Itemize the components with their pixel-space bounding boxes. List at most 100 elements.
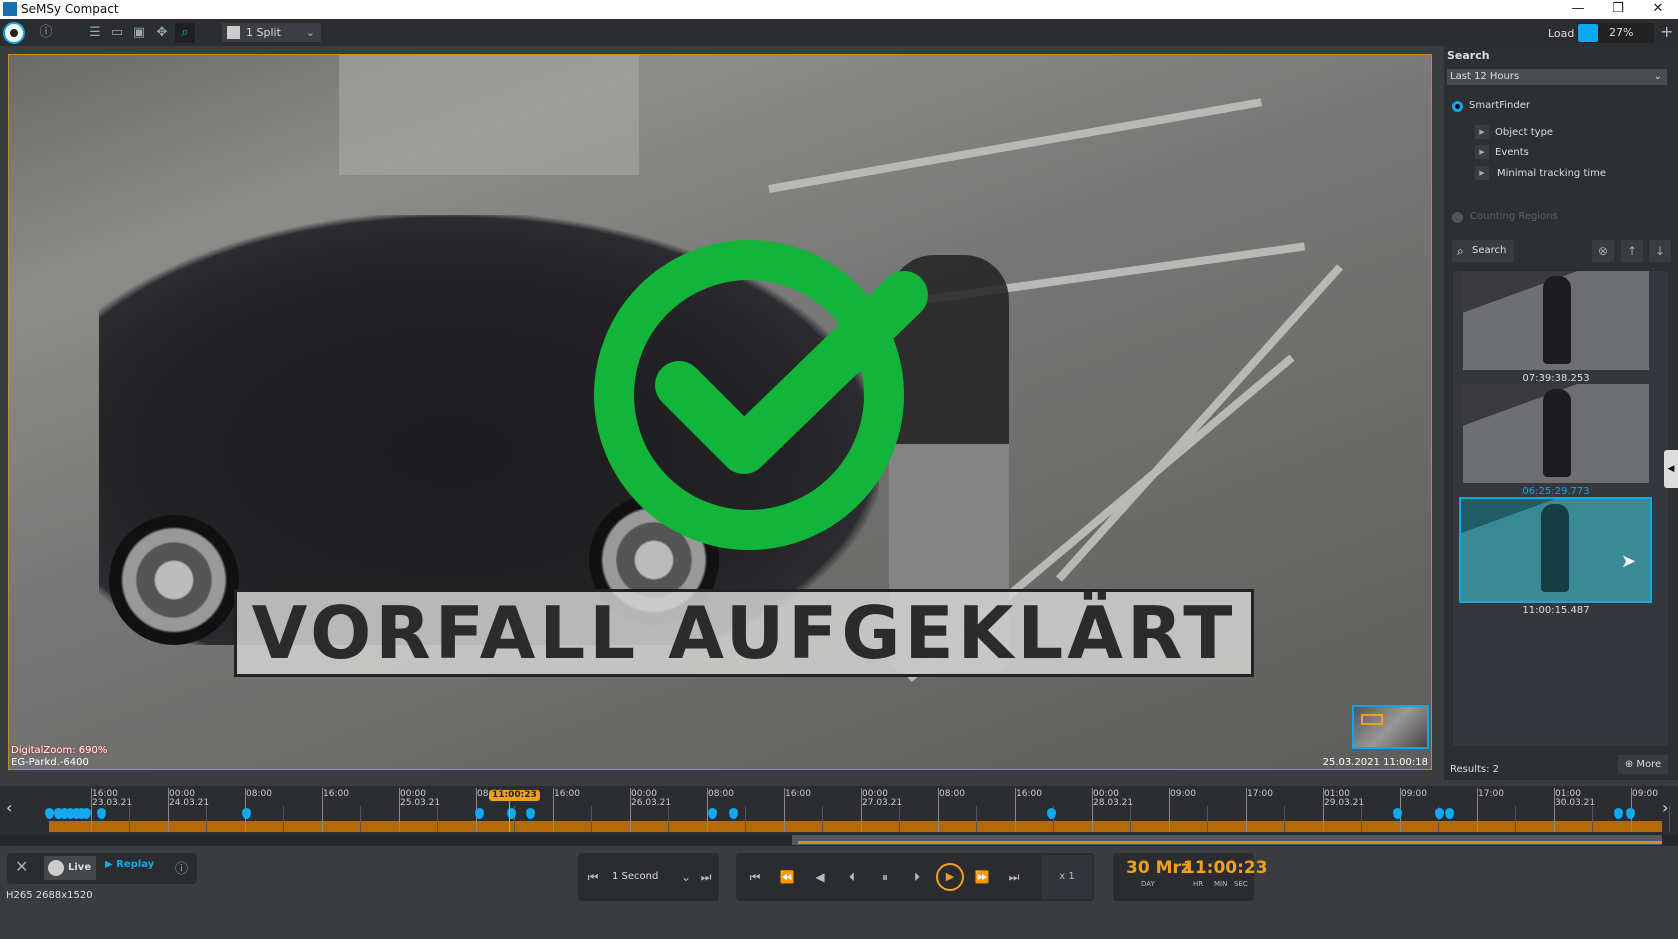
timeline-prev-icon[interactable]: ‹ <box>6 798 12 817</box>
codec-info: H265 2688x1520 <box>6 890 93 901</box>
timeline-minor-tick <box>1130 806 1131 832</box>
timeline-label: 09:00 <box>1632 789 1658 799</box>
expand-arrow-icon[interactable]: ▶ <box>1475 145 1489 159</box>
filter-minimal-tracking-time[interactable]: Minimal tracking time <box>1497 168 1606 179</box>
add-button[interactable]: + <box>1660 22 1673 41</box>
day-label: DAY <box>1141 880 1155 888</box>
search-icon[interactable]: ⌕ <box>175 23 195 43</box>
play-button[interactable]: ▶ <box>936 863 964 891</box>
result-thumbnail[interactable] <box>1463 271 1649 370</box>
clear-icon[interactable]: ⊗ <box>1592 240 1614 262</box>
video-view[interactable]: VORFALL AUFGEKLÄRT DigitalZoom: 690% EG-… <box>8 54 1432 770</box>
timeline-label: 01:00 29.03.21 <box>1324 789 1365 808</box>
expand-arrow-icon[interactable]: ▶ <box>1475 166 1489 180</box>
arrow-down-icon[interactable]: ↓ <box>1649 240 1671 262</box>
expand-arrow-icon[interactable]: ▶ <box>1475 125 1489 139</box>
timeline-label: 00:00 26.03.21 <box>631 789 672 808</box>
clock-time: 11:00:23 <box>1183 858 1268 878</box>
move-icon[interactable]: ✥ <box>152 23 172 43</box>
event-marker-icon[interactable] <box>475 808 484 819</box>
more-button[interactable]: ⊕ More <box>1618 755 1668 774</box>
live-icon <box>48 860 64 876</box>
event-marker-icon[interactable] <box>1047 808 1056 819</box>
event-marker-icon[interactable] <box>1445 808 1454 819</box>
maximize-button[interactable]: ❐ <box>1598 0 1638 19</box>
playhead-time: 11:00:23 <box>489 790 540 801</box>
timeline-label: 09:00 <box>1401 789 1427 799</box>
tree-icon[interactable]: ☰ <box>85 23 105 43</box>
result-time: 07:39:38.253 <box>1522 373 1590 384</box>
filter-events[interactable]: Events <box>1495 147 1529 158</box>
frame-forward-icon[interactable]: ⏵ <box>905 867 929 887</box>
info-icon[interactable]: ⓘ <box>36 23 56 43</box>
timeline-scroll-thumb[interactable] <box>792 835 1662 845</box>
collapse-panel-button[interactable]: ◀ <box>1664 450 1678 488</box>
time-range-select[interactable]: Last 12 Hours ⌄ <box>1447 69 1667 85</box>
eye-logo-button[interactable] <box>3 22 25 44</box>
panel-title: Search <box>1447 49 1490 62</box>
close-button[interactable]: ✕ <box>1638 0 1678 19</box>
timeline-label: 00:00 25.03.21 <box>400 789 441 808</box>
event-marker-icon[interactable] <box>708 808 717 819</box>
recording-track[interactable] <box>49 821 1662 832</box>
minimize-button[interactable]: — <box>1558 0 1598 19</box>
timeline-next-icon[interactable]: › <box>1662 798 1668 817</box>
skip-end-icon[interactable]: ⏭ <box>1002 867 1026 887</box>
event-marker-icon[interactable] <box>97 808 106 819</box>
wall <box>339 55 639 175</box>
step-forward-icon[interactable]: ⏭ <box>694 867 718 887</box>
step-size[interactable]: 1 Second <box>612 871 658 882</box>
zoom-minimap[interactable] <box>1352 705 1429 749</box>
filter-object-type[interactable]: Object type <box>1495 127 1553 138</box>
person-figure <box>1541 504 1569 592</box>
replay-button[interactable]: ▶ Replay <box>105 859 154 870</box>
fast-rewind-icon[interactable]: ⏪ <box>775 867 799 887</box>
results-list[interactable]: 07:39:38.253 06:25:29.773 ➤ 11:00:15.487 <box>1452 270 1669 747</box>
monitor-icon[interactable]: ▭ <box>107 23 127 43</box>
results-count: Results: 2 <box>1450 764 1500 775</box>
split-select[interactable]: 1 Split ⌄ <box>222 23 321 42</box>
timeline-label: 17:00 <box>1247 789 1273 799</box>
smartfinder-label: SmartFinder <box>1469 100 1531 111</box>
live-button[interactable]: Live <box>44 856 96 880</box>
event-marker-icon[interactable] <box>242 808 251 819</box>
lane-line <box>1056 264 1344 582</box>
timeline-minor-tick <box>360 806 361 832</box>
person-figure <box>1543 389 1571 477</box>
reverse-icon[interactable]: ◀ <box>808 867 832 887</box>
arrow-up-icon[interactable]: ↑ <box>1621 240 1643 262</box>
timeline-scrollbar[interactable] <box>0 835 1678 846</box>
frame-back-icon[interactable]: ⏴ <box>840 867 864 887</box>
timeline-label: 16:00 <box>785 789 811 799</box>
event-marker-icon[interactable] <box>82 808 91 819</box>
timeline-minor-tick <box>437 806 438 832</box>
zoom-region[interactable] <box>1361 714 1383 725</box>
step-back-icon[interactable]: ⏮ <box>581 867 605 887</box>
event-marker-icon[interactable] <box>729 808 738 819</box>
save-icon[interactable]: ▣ <box>129 23 149 43</box>
smartfinder-radio[interactable] <box>1452 101 1463 112</box>
event-marker-icon[interactable] <box>45 808 54 819</box>
speed-selector[interactable]: x 1 <box>1042 855 1092 899</box>
fast-forward-icon[interactable]: ⏩ <box>970 867 994 887</box>
car-wheel <box>109 515 239 645</box>
result-thumbnail-selected[interactable]: ➤ <box>1459 497 1652 603</box>
result-thumbnail[interactable] <box>1463 384 1649 483</box>
timeline[interactable]: ‹ › 16:00 23.03.21 00:00 24.03.21 08:00 16:… <box>0 786 1678 846</box>
search-button[interactable]: ⌕ Search <box>1452 240 1514 262</box>
event-marker-icon[interactable] <box>526 808 535 819</box>
timeline-label: 09:00 <box>1170 789 1196 799</box>
pause-icon[interactable]: ⏸ <box>873 867 897 887</box>
timeline-minor-tick <box>668 806 669 832</box>
event-marker-icon[interactable] <box>1435 808 1444 819</box>
event-marker-icon[interactable] <box>1614 808 1623 819</box>
split-label: 1 Split <box>246 26 281 39</box>
info-icon[interactable]: ⓘ <box>175 858 188 877</box>
camera-name: EG-Parkd.-6400 <box>11 757 89 768</box>
event-marker-icon[interactable] <box>1626 808 1635 819</box>
close-icon[interactable]: ✕ <box>15 857 28 876</box>
counting-regions-radio[interactable] <box>1452 212 1463 223</box>
chevron-down-icon: ⌄ <box>305 26 315 39</box>
skip-start-icon[interactable]: ⏮ <box>743 867 767 887</box>
search-button-label: Search <box>1472 245 1507 256</box>
